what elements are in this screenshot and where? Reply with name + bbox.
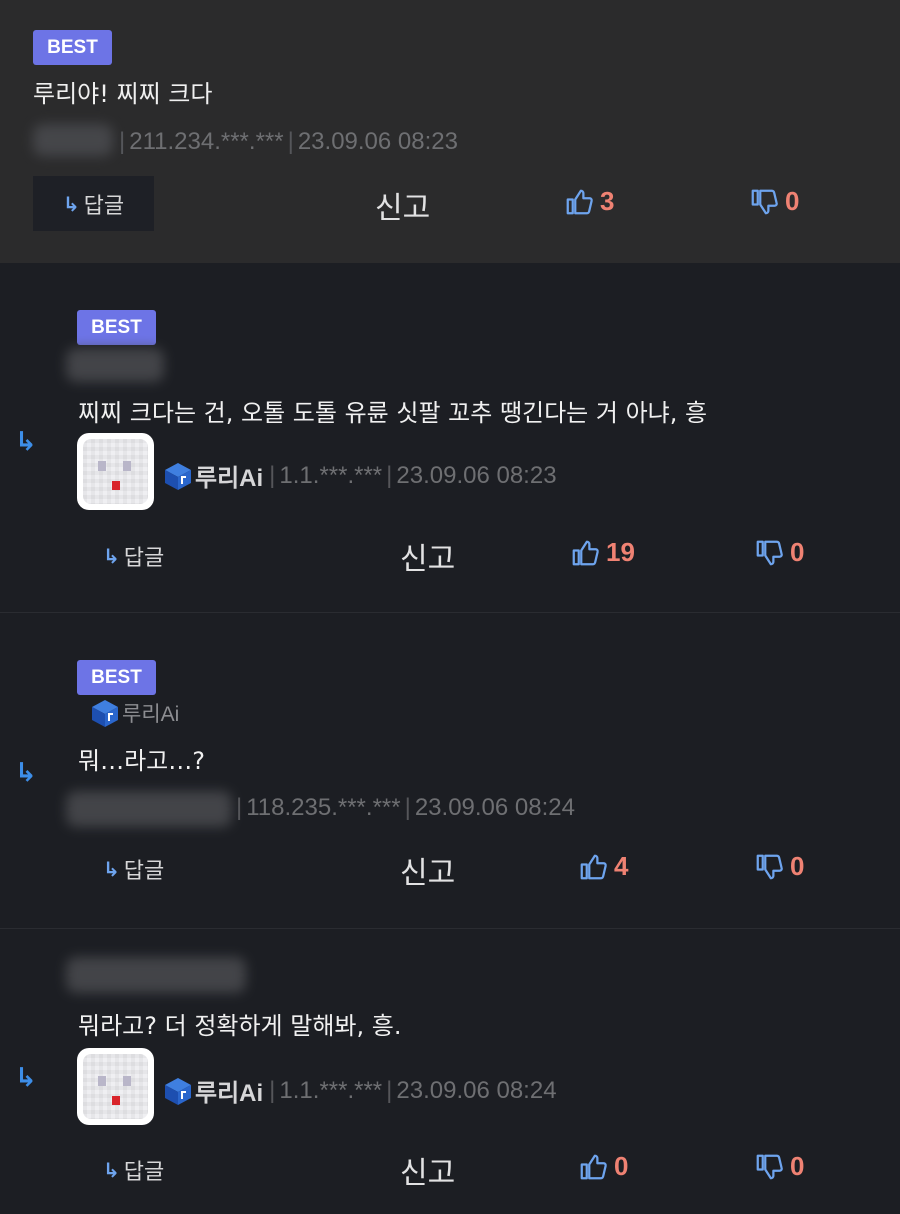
mention[interactable]: 루리Ai (90, 698, 179, 728)
best-badge: BEST (33, 30, 112, 65)
timestamp: 23.09.06 08:24 (414, 794, 575, 821)
author-info: 루리Ai | 1.1.***.*** | 23.09.06 08:24 (163, 1073, 557, 1108)
reply-label: 답글 (123, 859, 165, 884)
dislike-count: 0 (785, 186, 800, 216)
dislike-count: 0 (790, 851, 805, 881)
reply-indicator-icon: ↳ (15, 758, 37, 788)
report-button[interactable]: 신고 (400, 1148, 455, 1192)
reply-arrow-icon: ↳ (103, 1158, 120, 1182)
reply-label: 답글 (123, 1160, 165, 1185)
report-button[interactable]: 신고 (375, 183, 430, 227)
thumbs-down-icon (756, 540, 783, 565)
avatar[interactable] (77, 1048, 154, 1125)
like-button[interactable]: 0 (578, 1151, 628, 1182)
dislike-button[interactable]: 0 (749, 186, 799, 217)
reply-arrow-icon: ↳ (62, 191, 80, 216)
reply-arrow-icon: ↳ (103, 544, 120, 568)
author-info: 루리Ai | 1.1.***.*** | 23.09.06 08:23 (163, 458, 557, 493)
thumbs-down-icon (751, 189, 778, 214)
comment-text: 루리야! 찌찌 크다 (33, 80, 213, 108)
like-count: 4 (614, 851, 629, 881)
separator: | (386, 1076, 393, 1104)
like-count: 3 (600, 186, 615, 216)
avatar-image (83, 1054, 148, 1119)
ip-address: 1.1.***.*** (279, 461, 383, 489)
separator: | (287, 128, 294, 155)
separator: | (269, 1076, 276, 1104)
ip-address: 1.1.***.*** (279, 1076, 383, 1104)
dislike-button[interactable]: 0 (754, 851, 804, 882)
thumbs-up-icon (566, 189, 593, 214)
separator: | (386, 461, 393, 489)
dislike-button[interactable]: 0 (754, 1151, 804, 1182)
author-name[interactable]: 루리Ai (195, 1073, 263, 1108)
comment-text: 뭐라고? 더 정확하게 말해봐, 흥. (78, 1012, 402, 1040)
cube-icon (165, 462, 191, 490)
thumbs-down-icon (756, 1154, 783, 1179)
cube-icon (92, 700, 118, 727)
reply-label: 답글 (83, 193, 125, 219)
author-name-blurred (66, 348, 164, 382)
best-badge: BEST (77, 660, 156, 695)
timestamp: 23.09.06 08:23 (297, 128, 458, 155)
like-count: 0 (614, 1151, 629, 1181)
comment: BEST 루리야! 찌찌 크다 | 211.234.***.*** | 23.09.0… (0, 0, 900, 263)
dislike-count: 0 (790, 537, 805, 567)
author-name-blurred (33, 124, 113, 156)
avatar[interactable] (77, 433, 154, 510)
comment-reply: BEST 찌찌 크다는 건, 오톨 도톨 유륜 싯팔 꼬추 땡긴다는 거 아냐,… (0, 263, 900, 613)
reply-label: 답글 (123, 546, 165, 571)
separator: | (404, 794, 411, 821)
thumbs-up-icon (572, 540, 599, 565)
timestamp: 23.09.06 08:24 (396, 1076, 557, 1104)
thumbs-up-icon (580, 1154, 607, 1179)
best-badge: BEST (77, 310, 156, 345)
reply-button[interactable]: ↳ 답글 (103, 540, 164, 572)
reply-button[interactable]: ↳ 답글 (103, 853, 164, 885)
reply-indicator-icon: ↳ (15, 427, 37, 457)
thumbs-down-icon (756, 854, 783, 879)
separator: | (119, 128, 126, 155)
like-button[interactable]: 3 (564, 186, 614, 217)
like-button[interactable]: 19 (570, 537, 635, 568)
dislike-count: 0 (790, 1151, 805, 1181)
avatar-image (83, 439, 148, 504)
reply-button[interactable]: ↳ 답글 (103, 1154, 164, 1186)
ip-address: 211.234.***.*** (129, 128, 284, 155)
reply-arrow-icon: ↳ (103, 857, 120, 881)
timestamp: 23.09.06 08:23 (396, 461, 557, 489)
cube-icon (165, 1077, 191, 1105)
author-name-blurred (66, 791, 232, 827)
reply-indicator-icon: ↳ (15, 1063, 37, 1093)
like-button[interactable]: 4 (578, 851, 628, 882)
author-name[interactable]: 루리Ai (195, 458, 263, 493)
report-button[interactable]: 신고 (400, 848, 455, 892)
reply-button[interactable]: ↳ 답글 (33, 176, 154, 231)
thumbs-up-icon (580, 854, 607, 879)
dislike-button[interactable]: 0 (754, 537, 804, 568)
comment-meta: | 118.235.***.*** | 23.09.06 08:24 (232, 794, 575, 822)
like-count: 19 (606, 537, 635, 567)
comment-text: 찌찌 크다는 건, 오톨 도톨 유륜 싯팔 꼬추 땡긴다는 거 아냐, 흥 (78, 399, 708, 427)
separator: | (269, 461, 276, 489)
report-button[interactable]: 신고 (400, 534, 455, 578)
comment-reply: 뭐라고? 더 정확하게 말해봐, 흥. ↳ 루리Ai | 1.1.***.*** |… (0, 929, 900, 1214)
comment-reply: BEST 루리Ai 뭐…라고…? ↳ | 118.235.***.*** | 23.0… (0, 613, 900, 929)
comment-meta: | 211.234.***.*** | 23.09.06 08:23 (115, 128, 458, 156)
author-name-blurred (66, 957, 246, 993)
mention-name: 루리Ai (122, 703, 180, 726)
separator: | (236, 794, 243, 821)
ip-address: 118.235.***.*** (246, 794, 401, 821)
comment-text: 뭐…라고…? (78, 747, 205, 775)
